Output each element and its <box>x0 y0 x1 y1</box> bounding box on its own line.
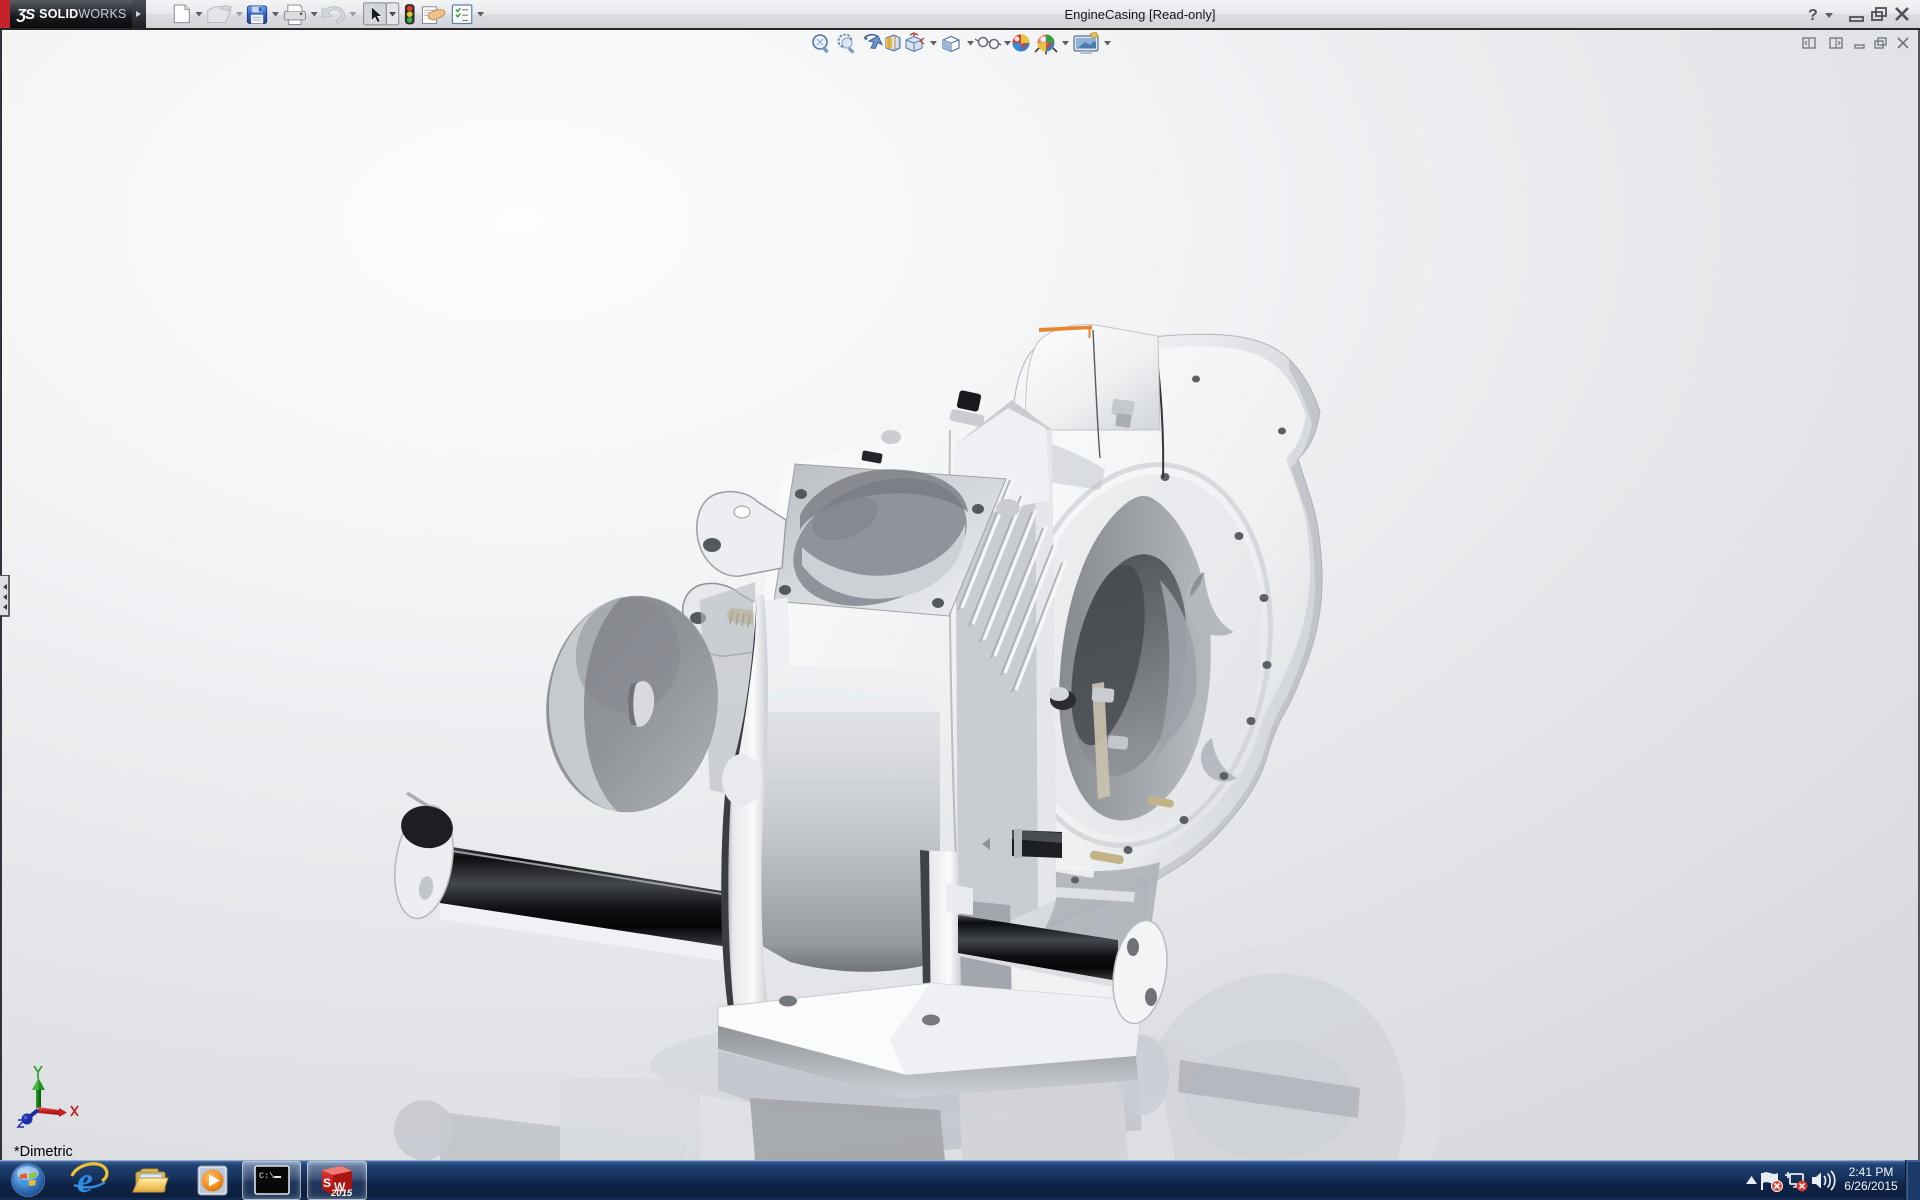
svg-text:2015: 2015 <box>330 1188 353 1199</box>
svg-text:C:\: C:\ <box>259 1171 274 1181</box>
svg-text:?: ? <box>1808 7 1818 24</box>
svg-text:S: S <box>323 1176 331 1190</box>
